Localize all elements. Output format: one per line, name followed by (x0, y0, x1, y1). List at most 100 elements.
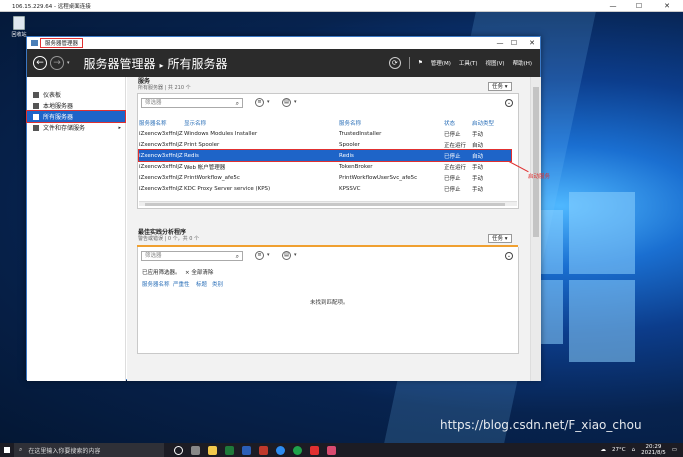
forward-icon[interactable]: → (50, 56, 64, 70)
bpa-column-severity[interactable]: 严重性 (173, 280, 190, 288)
chevron-right-icon[interactable]: ▸ (118, 125, 121, 131)
column-header-status[interactable]: 状态 (444, 118, 472, 128)
taskbar-search-input[interactable]: ⌕ 在这里输入你要搜索的内容 (14, 443, 164, 457)
scrollbar-thumb[interactable] (145, 203, 505, 206)
cell-display-name: Redis (184, 150, 339, 161)
weather-icon[interactable]: ☁ (601, 447, 607, 453)
start-button[interactable] (0, 443, 14, 457)
bpa-column-category[interactable]: 类别 (212, 280, 223, 288)
scrollbar-thumb[interactable] (533, 87, 539, 237)
query-options-icon[interactable]: ≡ (255, 98, 264, 107)
column-header-display-name[interactable]: 显示名称 (184, 118, 339, 128)
collapse-icon[interactable]: ⌄ (505, 99, 513, 107)
chevron-down-icon[interactable]: ▾ (294, 99, 297, 105)
table-row[interactable]: iZxencw3xffnljZ PrintWorkflow_afe5c Prin… (139, 172, 511, 183)
rdp-close-button[interactable]: ✕ (656, 0, 678, 12)
task-switch-icon[interactable] (191, 445, 200, 455)
menu-view[interactable]: 视图(V) (486, 59, 505, 67)
file-explorer-icon[interactable] (208, 445, 217, 455)
app-red-icon[interactable] (259, 445, 268, 455)
server-manager-icon (31, 40, 38, 46)
bpa-column-server[interactable]: 服务器名称 (142, 280, 170, 288)
cell-service-name: PrintWorkflowUserSvc_afe5c (339, 174, 418, 181)
bpa-tasks-dropdown[interactable]: 任务 ▾ (488, 234, 512, 243)
cell-service-name: Spooler (339, 141, 360, 148)
server-icon (33, 102, 39, 109)
sidebar-item-dashboard[interactable]: 仪表板 (27, 89, 125, 100)
bpa-filter-input[interactable]: 筛选器 ⌕ (141, 251, 243, 261)
column-header-service-name[interactable]: 服务名称 (339, 118, 444, 128)
query-options-icon[interactable]: ≡ (255, 251, 264, 260)
clock-date: 2021/8/5 (641, 450, 666, 456)
table-horizontal-scrollbar[interactable] (139, 201, 517, 206)
flag-icon[interactable]: ⚑ (418, 60, 423, 66)
sidebar-item-label: 所有服务器 (43, 114, 74, 121)
chevron-down-icon[interactable]: ▾ (267, 99, 270, 105)
collapse-icon[interactable]: ⌄ (505, 252, 513, 260)
table-row[interactable]: iZxencw3xffnljZ Print Spooler Spooler 正在… (139, 139, 511, 150)
cell-startup-type: 自动 (472, 142, 484, 149)
table-row[interactable]: iZxencw3xffnljZ Web 帐户管理器 TokenBroker 正在… (139, 161, 511, 172)
table-row[interactable]: iZxencw3xffnljZ KDC Proxy Server service… (139, 183, 511, 194)
sidebar-item-all-servers[interactable]: 所有服务器 (26, 110, 126, 123)
cell-server: iZxencw3xffnljZ (139, 130, 183, 137)
network-icon[interactable]: ⌂ (632, 447, 636, 453)
excel-icon[interactable] (225, 445, 234, 455)
clock[interactable]: 20:29 2021/8/5 (641, 444, 666, 456)
sidebar-item-file-storage[interactable]: 文件和存储服务 ▸ (27, 122, 125, 133)
weather-text[interactable]: 27°C (612, 447, 626, 453)
menu-tools[interactable]: 工具(T) (459, 59, 478, 67)
search-icon[interactable]: ⌕ (236, 99, 239, 108)
chevron-down-icon[interactable]: ▾ (267, 252, 270, 258)
window-minimize-button[interactable]: — (493, 37, 507, 49)
rdp-minimize-button[interactable]: — (602, 0, 624, 12)
cell-status: 已停止 (444, 186, 461, 193)
window-close-button[interactable]: ✕ (525, 37, 539, 49)
cell-startup-type: 手动 (472, 131, 484, 138)
back-icon[interactable]: ← (33, 56, 47, 70)
table-row-selected[interactable]: iZxencw3xffnljZ Redis Redis 已停止 自动 (138, 149, 512, 162)
system-tray: ☁ 27°C ⌂ 20:29 2021/8/5 ▭ (601, 443, 678, 457)
column-header-startup-type[interactable]: 启动类型 (472, 118, 511, 128)
filter-placeholder: 筛选器 (145, 253, 162, 259)
task-view-icon[interactable] (174, 445, 183, 455)
recycle-bin-icon[interactable]: 回收站 (6, 16, 32, 38)
servers-icon (33, 113, 39, 120)
menu-help[interactable]: 帮助(H) (513, 59, 532, 67)
table-row[interactable]: iZxencw3xffnljZ Windows Modules Installe… (139, 128, 511, 139)
history-dropdown-icon[interactable]: ▾ (67, 60, 70, 66)
rdp-maximize-button[interactable]: ☐ (628, 0, 650, 12)
menu-manage[interactable]: 管理(M) (431, 59, 451, 67)
app-icon[interactable] (310, 445, 319, 455)
save-query-icon[interactable]: ▤ (282, 251, 291, 260)
bpa-column-title[interactable]: 标题 (196, 280, 207, 288)
app-header: ← → ▾ 服务器管理器 ▸ 所有服务器 ⟳ ⚑ 管理(M) 工具(T) 视图(V)… (27, 49, 540, 77)
breadcrumb-root[interactable]: 服务器管理器 (84, 57, 156, 71)
services-filter-input[interactable]: 筛选器 ⌕ (141, 98, 243, 108)
app-icon[interactable] (327, 445, 336, 455)
search-placeholder: 在这里输入你要搜索的内容 (28, 447, 101, 455)
chevron-down-icon[interactable]: ▾ (294, 252, 297, 258)
save-query-icon[interactable]: ▤ (282, 98, 291, 107)
cell-server: iZxencw3xffnljZ (139, 150, 184, 161)
window-maximize-button[interactable]: ☐ (507, 37, 521, 49)
cell-display-name: Windows Modules Installer (184, 130, 258, 137)
main-scrollbar[interactable] (530, 77, 541, 381)
edge-icon[interactable] (276, 445, 285, 455)
breadcrumb-separator: ▸ (159, 60, 164, 70)
cell-startup-type: 手动 (472, 164, 484, 171)
search-icon[interactable]: ⌕ (236, 252, 239, 261)
notification-icon[interactable]: ▭ (672, 447, 677, 453)
column-header-server[interactable]: 服务器名称 (139, 118, 184, 128)
cell-startup-type: 手动 (472, 175, 484, 182)
clear-all-button[interactable]: × 全部清除 (185, 268, 213, 276)
cell-service-name: KPSSVC (339, 185, 361, 192)
word-icon[interactable] (242, 445, 251, 455)
cell-display-name: KDC Proxy Server service (KPS) (184, 185, 271, 192)
chrome-icon[interactable] (293, 445, 302, 455)
sidebar-item-local-server[interactable]: 本地服务器 (27, 100, 125, 111)
refresh-icon[interactable]: ⟳ (388, 57, 401, 69)
services-tasks-dropdown[interactable]: 任务 ▾ (488, 82, 512, 91)
cell-status: 已停止 (444, 150, 472, 161)
dashboard-icon (33, 91, 39, 98)
